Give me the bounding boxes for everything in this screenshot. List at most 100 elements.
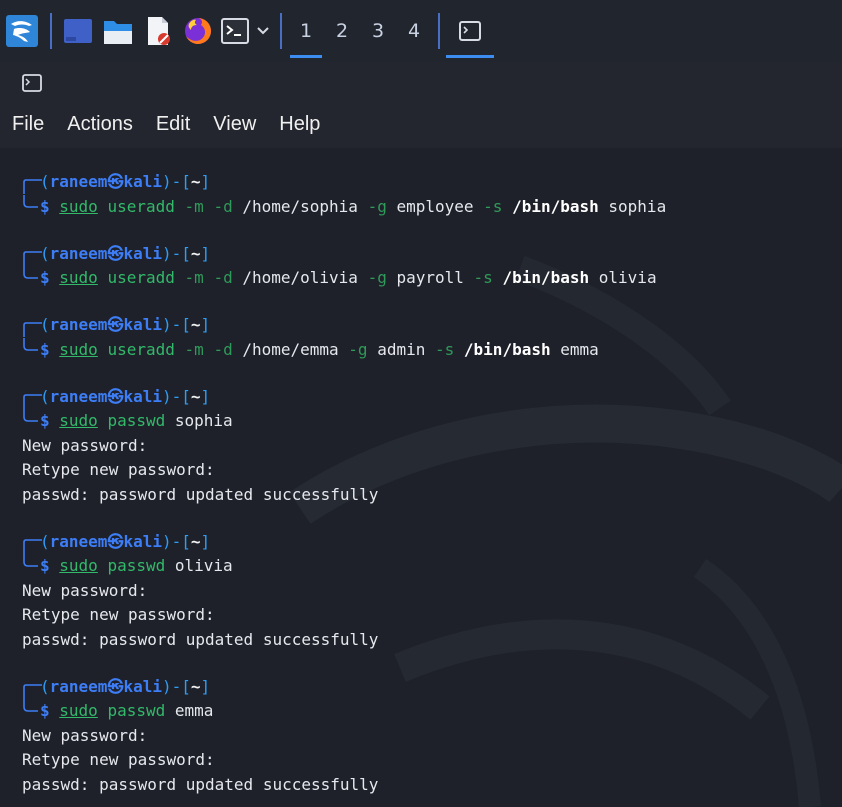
prompt-corner-icon bbox=[23, 322, 42, 337]
command-token: emma bbox=[550, 339, 599, 359]
chevron-down-icon bbox=[257, 27, 269, 35]
prompt-corner-icon bbox=[23, 266, 38, 279]
kali-dragon-icon bbox=[6, 15, 38, 47]
command-text: $ sudo passwd olivia bbox=[40, 556, 233, 575]
prompt-bracket: ] bbox=[200, 531, 211, 551]
terminal-output[interactable]: (raneem㉿kali)-[~] $ sudo useradd -m -d /h… bbox=[0, 148, 842, 807]
terminal-icon bbox=[221, 18, 249, 44]
command-token bbox=[493, 268, 503, 287]
command-token bbox=[175, 197, 185, 216]
terminal-window-icon bbox=[22, 74, 42, 92]
command-token bbox=[98, 556, 108, 575]
prompt-dir: ~ bbox=[190, 386, 201, 406]
taskbar-terminal-window[interactable] bbox=[446, 0, 494, 62]
menu-view[interactable]: View bbox=[213, 113, 256, 136]
prompt-dir: ~ bbox=[190, 172, 201, 191]
prompt-bracket: ] bbox=[200, 243, 211, 263]
command-line: $ sudo useradd -m -d /home/olivia -g pay… bbox=[20, 266, 842, 291]
prompt-bracket: )-[ bbox=[161, 172, 191, 191]
prompt-bracket: )-[ bbox=[161, 531, 191, 551]
prompt-corner-icon bbox=[23, 699, 38, 712]
output-line: New password: bbox=[22, 435, 148, 455]
terminal-lines: (raneem㉿kali)-[~] $ sudo useradd -m -d /h… bbox=[20, 170, 842, 797]
command-token bbox=[98, 411, 108, 430]
prompt-line: (raneem㉿kali)-[~] bbox=[20, 313, 842, 338]
kali-menu-button[interactable] bbox=[0, 0, 44, 62]
output-line: passwd: password updated successfully bbox=[22, 774, 379, 794]
workspace-4[interactable]: 4 bbox=[396, 0, 432, 62]
workspace-2[interactable]: 2 bbox=[324, 0, 360, 62]
output-line: New password: bbox=[22, 725, 148, 745]
workspace-3[interactable]: 3 bbox=[360, 0, 396, 62]
command-token: /bin/bash bbox=[512, 196, 599, 216]
window-titlebar[interactable] bbox=[0, 62, 842, 100]
command-token bbox=[98, 268, 108, 287]
command-token: -d bbox=[213, 268, 233, 287]
panel-separator bbox=[438, 13, 440, 49]
firefox-button[interactable] bbox=[178, 0, 218, 62]
command-line: $ sudo passwd olivia bbox=[20, 554, 842, 579]
prompt-line: (raneem㉿kali)-[~] bbox=[20, 530, 842, 555]
prompt-corner-icon bbox=[23, 409, 38, 422]
prompt-bracket: )-[ bbox=[161, 315, 191, 334]
prompt-text: (raneem㉿kali)-[~] bbox=[40, 532, 210, 551]
command-token: sudo bbox=[59, 556, 98, 575]
launcher-dropdown-button[interactable] bbox=[252, 0, 274, 62]
prompt-bracket: ] bbox=[200, 676, 211, 696]
command-token: -m bbox=[184, 339, 204, 359]
text-editor-icon bbox=[148, 17, 170, 45]
menu-help[interactable]: Help bbox=[279, 113, 320, 136]
menu-actions[interactable]: Actions bbox=[67, 113, 133, 136]
prompt-user: raneem bbox=[49, 531, 108, 551]
command-token: sudo bbox=[59, 701, 98, 720]
prompt-corner-icon bbox=[23, 337, 38, 351]
command-token: passwd bbox=[107, 411, 166, 430]
menu-edit[interactable]: Edit bbox=[156, 113, 190, 136]
command-token: admin bbox=[367, 339, 435, 359]
menu-file[interactable]: File bbox=[12, 113, 44, 136]
command-token bbox=[98, 701, 108, 720]
command-token bbox=[175, 340, 185, 359]
prompt-dir: ~ bbox=[190, 315, 201, 334]
command-text: $ sudo passwd sophia bbox=[40, 411, 233, 430]
command-token bbox=[204, 268, 214, 287]
prompt-bracket: )-[ bbox=[161, 676, 191, 696]
prompt-host: kali bbox=[123, 676, 162, 696]
command-token bbox=[502, 197, 512, 216]
terminal-launcher-button[interactable] bbox=[218, 0, 252, 62]
panel-separator bbox=[280, 13, 282, 49]
command-token: sudo bbox=[59, 268, 98, 287]
prompt-at-symbol: ㉿ bbox=[107, 386, 124, 406]
command-token: -m bbox=[184, 196, 204, 216]
prompt-line: (raneem㉿kali)-[~] bbox=[20, 242, 842, 267]
prompt-corner-icon bbox=[23, 683, 42, 699]
output-line: passwd: password updated successfully bbox=[22, 629, 379, 649]
prompt-dir: ~ bbox=[190, 243, 201, 263]
command-line: $ sudo passwd sophia bbox=[20, 409, 842, 434]
output-line: Retype new password: bbox=[22, 460, 215, 479]
prompt-at-symbol: ㉿ bbox=[107, 676, 124, 696]
command-text: $ sudo useradd -m -d /home/emma -g admin… bbox=[40, 340, 599, 359]
command-token: payroll bbox=[386, 268, 474, 287]
prompt-user: raneem bbox=[49, 676, 108, 696]
prompt-at-symbol: ㉿ bbox=[107, 315, 124, 334]
command-token bbox=[98, 340, 108, 359]
command-token: /home/olivia bbox=[232, 268, 368, 287]
firefox-icon bbox=[185, 18, 211, 44]
command-text: $ sudo useradd -m -d /home/sophia -g emp… bbox=[40, 197, 666, 216]
output-line: passwd: password updated successfully bbox=[22, 484, 379, 504]
command-token bbox=[98, 197, 108, 216]
terminal-window: File Actions Edit View Help (raneem㉿kali… bbox=[0, 62, 842, 807]
panel-separator bbox=[50, 13, 52, 49]
prompt-text: (raneem㉿kali)-[~] bbox=[40, 315, 210, 334]
file-manager-button[interactable] bbox=[98, 0, 138, 62]
prompt-bracket: )-[ bbox=[161, 386, 191, 406]
menu-bar: File Actions Edit View Help bbox=[0, 100, 842, 148]
workspace-1[interactable]: 1 bbox=[288, 0, 324, 62]
text-editor-button[interactable] bbox=[138, 0, 178, 62]
show-desktop-button[interactable] bbox=[58, 0, 98, 62]
prompt-line: (raneem㉿kali)-[~] bbox=[20, 385, 842, 410]
